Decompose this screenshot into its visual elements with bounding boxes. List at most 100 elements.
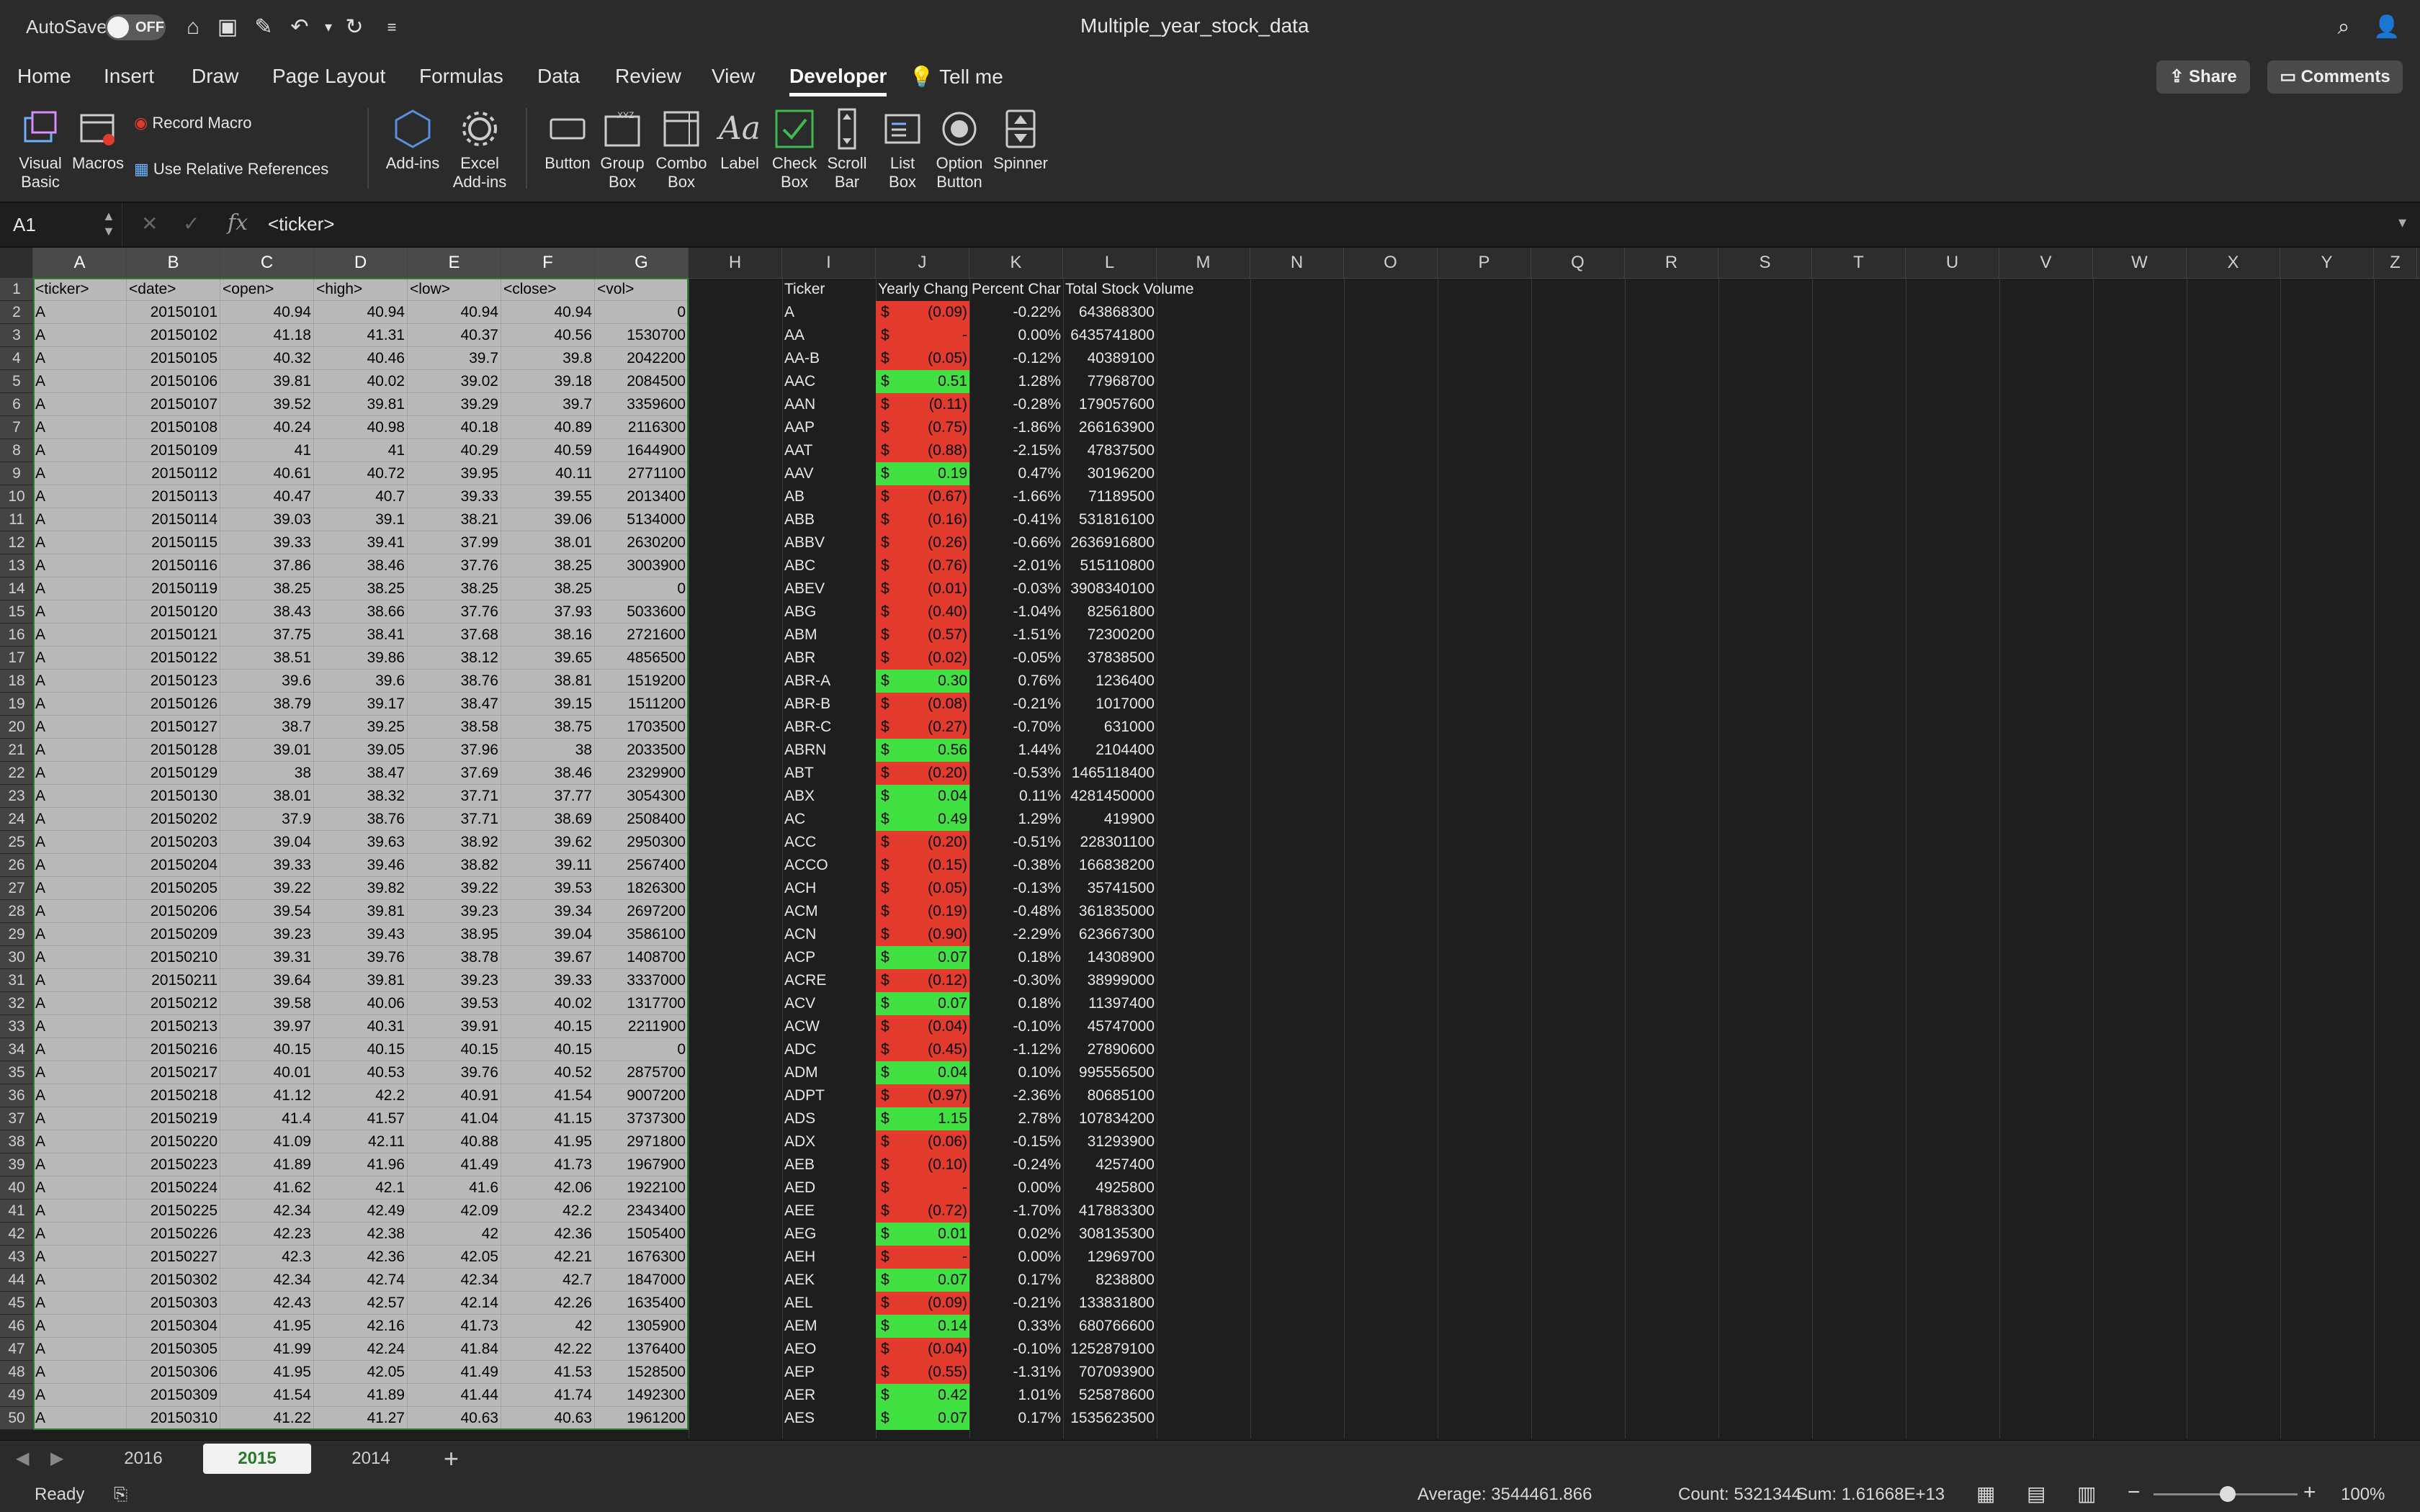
- total-volume-cell[interactable]: 35741500: [1063, 877, 1157, 900]
- total-volume-cell[interactable]: 77968700: [1063, 370, 1157, 393]
- data-cell[interactable]: 41.4: [220, 1107, 314, 1130]
- data-cell[interactable]: A: [33, 1015, 127, 1038]
- data-cell[interactable]: 3586100: [595, 923, 689, 946]
- ticker-cell[interactable]: ABM: [782, 624, 876, 647]
- yearly-change-cell[interactable]: $ (0.02): [876, 647, 969, 670]
- yearly-change-cell[interactable]: $ (0.15): [876, 854, 969, 877]
- ticker-cell[interactable]: AES: [782, 1407, 876, 1430]
- data-cell[interactable]: 40.11: [501, 462, 595, 485]
- data-cell[interactable]: 39.04: [501, 923, 595, 946]
- data-cell[interactable]: 42.21: [501, 1246, 595, 1269]
- data-cell[interactable]: 39.11: [501, 854, 595, 877]
- row-header[interactable]: 1: [0, 278, 33, 301]
- percent-change-cell[interactable]: -1.31%: [969, 1361, 1063, 1384]
- data-cell[interactable]: 39.23: [408, 969, 501, 992]
- row-header[interactable]: 19: [0, 693, 33, 716]
- data-cell[interactable]: 40.56: [501, 324, 595, 347]
- data-cell[interactable]: 37.9: [220, 808, 314, 831]
- column-header-k[interactable]: K: [969, 248, 1063, 278]
- percent-change-cell[interactable]: 0.18%: [969, 946, 1063, 969]
- percent-change-cell[interactable]: 0.17%: [969, 1407, 1063, 1430]
- yearly-change-cell[interactable]: $0.07: [876, 946, 969, 969]
- excel-add-ins-button[interactable]: Excel Add-ins: [445, 108, 514, 192]
- data-cell[interactable]: 39.23: [220, 923, 314, 946]
- total-volume-cell[interactable]: 37838500: [1063, 647, 1157, 670]
- data-cell[interactable]: 40.94: [408, 301, 501, 324]
- data-cell[interactable]: 41.95: [220, 1361, 314, 1384]
- data-cell[interactable]: 37.69: [408, 762, 501, 785]
- confirm-icon[interactable]: ✓: [183, 212, 200, 235]
- yearly-change-cell[interactable]: $ (0.97): [876, 1084, 969, 1107]
- yearly-change-cell[interactable]: $ (0.20): [876, 762, 969, 785]
- data-cell[interactable]: 39.7: [501, 393, 595, 416]
- page-break-view-icon[interactable]: ▥: [2077, 1482, 2096, 1506]
- data-cell[interactable]: A: [33, 647, 127, 670]
- data-cell[interactable]: A: [33, 693, 127, 716]
- row-header[interactable]: 39: [0, 1153, 33, 1176]
- ticker-cell[interactable]: ABR-A: [782, 670, 876, 693]
- ticker-cell[interactable]: AEL: [782, 1292, 876, 1315]
- percent-change-cell[interactable]: 1.29%: [969, 808, 1063, 831]
- data-cell[interactable]: 42.74: [314, 1269, 408, 1292]
- column-header-p[interactable]: P: [1438, 248, 1531, 278]
- formula-input[interactable]: <ticker>: [268, 213, 335, 235]
- autosave-toggle[interactable]: OFF: [105, 14, 166, 40]
- data-cell[interactable]: 37.86: [220, 554, 314, 577]
- total-volume-cell[interactable]: 166838200: [1063, 854, 1157, 877]
- spreadsheet-grid[interactable]: ABCDEFGHIJKLMNOPQRSTUVWXYZ 1 2 3 4 5 6 7 8 9 10 11…: [0, 248, 2420, 1440]
- data-cell[interactable]: 2950300: [595, 831, 689, 854]
- data-cell[interactable]: 39.81: [314, 900, 408, 923]
- data-cell[interactable]: 40.47: [220, 485, 314, 508]
- data-cell[interactable]: 38.21: [408, 508, 501, 531]
- total-volume-cell[interactable]: 631000: [1063, 716, 1157, 739]
- column-header-e[interactable]: E: [408, 248, 501, 278]
- data-cell[interactable]: 1847000: [595, 1269, 689, 1292]
- percent-change-cell[interactable]: -0.51%: [969, 831, 1063, 854]
- data-cell[interactable]: 20150224: [127, 1176, 220, 1200]
- data-cell[interactable]: 40.15: [220, 1038, 314, 1061]
- data-cell[interactable]: 38.01: [220, 785, 314, 808]
- ticker-cell[interactable]: ABEV: [782, 577, 876, 600]
- data-cell[interactable]: A: [33, 508, 127, 531]
- data-header-cell[interactable]: <vol>: [595, 278, 689, 301]
- customize-toolbar-icon[interactable]: ≡: [377, 13, 406, 42]
- option-button-control[interactable]: Option Button: [932, 108, 987, 192]
- row-header[interactable]: 8: [0, 439, 33, 462]
- data-header-cell[interactable]: <open>: [220, 278, 314, 301]
- ticker-cell[interactable]: AAT: [782, 439, 876, 462]
- row-header[interactable]: 50: [0, 1407, 33, 1430]
- add-ins-button[interactable]: Add-ins: [380, 108, 445, 173]
- data-cell[interactable]: 40.98: [314, 416, 408, 439]
- row-header[interactable]: 20: [0, 716, 33, 739]
- data-cell[interactable]: 39.81: [314, 969, 408, 992]
- yearly-change-cell[interactable]: $ (0.06): [876, 1130, 969, 1153]
- data-cell[interactable]: 39.33: [220, 531, 314, 554]
- data-cell[interactable]: 39.18: [501, 370, 595, 393]
- percent-change-cell[interactable]: -0.15%: [969, 1130, 1063, 1153]
- percent-change-cell[interactable]: 0.02%: [969, 1223, 1063, 1246]
- column-header-q[interactable]: Q: [1531, 248, 1625, 278]
- data-cell[interactable]: 38.25: [314, 577, 408, 600]
- data-cell[interactable]: 5033600: [595, 600, 689, 624]
- percent-change-cell[interactable]: -1.04%: [969, 600, 1063, 624]
- data-cell[interactable]: 40.15: [501, 1015, 595, 1038]
- sheet-tab-2016[interactable]: 2016: [89, 1444, 197, 1474]
- data-cell[interactable]: 20150217: [127, 1061, 220, 1084]
- data-cell[interactable]: 38.82: [408, 854, 501, 877]
- yearly-change-cell[interactable]: $ (0.05): [876, 347, 969, 370]
- data-cell[interactable]: A: [33, 1061, 127, 1084]
- column-header-n[interactable]: N: [1250, 248, 1344, 278]
- data-cell[interactable]: A: [33, 1407, 127, 1430]
- data-cell[interactable]: 39.63: [314, 831, 408, 854]
- column-header-o[interactable]: O: [1344, 248, 1438, 278]
- data-cell[interactable]: 20150220: [127, 1130, 220, 1153]
- data-cell[interactable]: 40.53: [314, 1061, 408, 1084]
- data-cell[interactable]: 40.94: [220, 301, 314, 324]
- ticker-cell[interactable]: ADM: [782, 1061, 876, 1084]
- data-cell[interactable]: A: [33, 900, 127, 923]
- data-cell[interactable]: 41: [314, 439, 408, 462]
- data-cell[interactable]: 40.94: [501, 301, 595, 324]
- data-cell[interactable]: 37.96: [408, 739, 501, 762]
- ticker-cell[interactable]: A: [782, 301, 876, 324]
- data-header-cell[interactable]: <date>: [127, 278, 220, 301]
